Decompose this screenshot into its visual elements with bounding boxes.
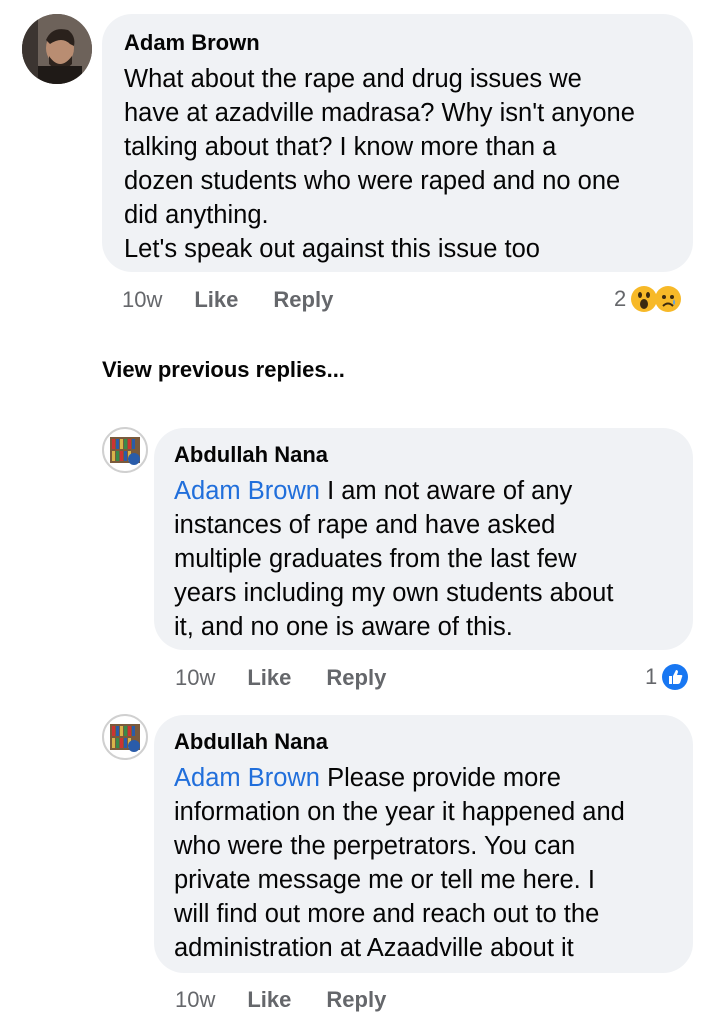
reply-reactions[interactable]: 1 <box>645 663 689 691</box>
comment-reactions[interactable]: 2 <box>614 285 682 313</box>
comment-bubble: Adam Brown What about the rape and drug … <box>102 14 693 272</box>
reply-timestamp[interactable]: 10w <box>175 665 215 691</box>
reply-author[interactable]: Abdullah Nana <box>174 442 673 468</box>
like-button[interactable]: Like <box>247 987 291 1013</box>
reply-button[interactable]: Reply <box>326 665 386 691</box>
reply-actions: 10w Like Reply <box>175 987 421 1013</box>
sad-emoji-icon <box>655 286 682 312</box>
avatar-adam-brown[interactable] <box>22 14 92 84</box>
bookshelf-logo-icon <box>110 437 140 465</box>
comment-timestamp[interactable]: 10w <box>122 287 162 313</box>
mention-link[interactable]: Adam Brown <box>174 477 320 505</box>
comment-text: What about the rape and drug issues we h… <box>124 65 635 263</box>
reply-text: Adam Brown I am not aware of any instanc… <box>174 474 673 644</box>
view-previous-replies-link[interactable]: View previous replies... <box>102 357 345 383</box>
profile-photo-icon <box>22 14 92 84</box>
comment-author[interactable]: Adam Brown <box>124 30 671 56</box>
reply-button[interactable]: Reply <box>326 987 386 1013</box>
reply-text-body: Please provide more information on the y… <box>174 764 625 962</box>
avatar-abdullah-nana[interactable] <box>102 714 148 760</box>
like-button[interactable]: Like <box>194 287 238 313</box>
reply-author[interactable]: Abdullah Nana <box>174 729 673 755</box>
reply-timestamp[interactable]: 10w <box>175 987 215 1013</box>
mention-link[interactable]: Adam Brown <box>174 764 320 792</box>
like-button[interactable]: Like <box>247 665 291 691</box>
like-reaction-icon <box>662 664 689 690</box>
avatar-abdullah-nana[interactable] <box>102 427 148 473</box>
reply-actions: 10w Like Reply <box>175 665 421 691</box>
reply-button[interactable]: Reply <box>273 287 333 313</box>
comment-actions: 10w Like Reply <box>122 287 368 313</box>
reaction-count: 1 <box>645 664 658 689</box>
reply-bubble: Abdullah Nana Adam Brown Please provide … <box>154 715 693 973</box>
bookshelf-logo-icon <box>110 724 140 752</box>
reply-bubble: Abdullah Nana Adam Brown I am not aware … <box>154 428 693 650</box>
reply-text: Adam Brown Please provide more informati… <box>174 761 673 965</box>
reaction-count: 2 <box>614 286 627 311</box>
